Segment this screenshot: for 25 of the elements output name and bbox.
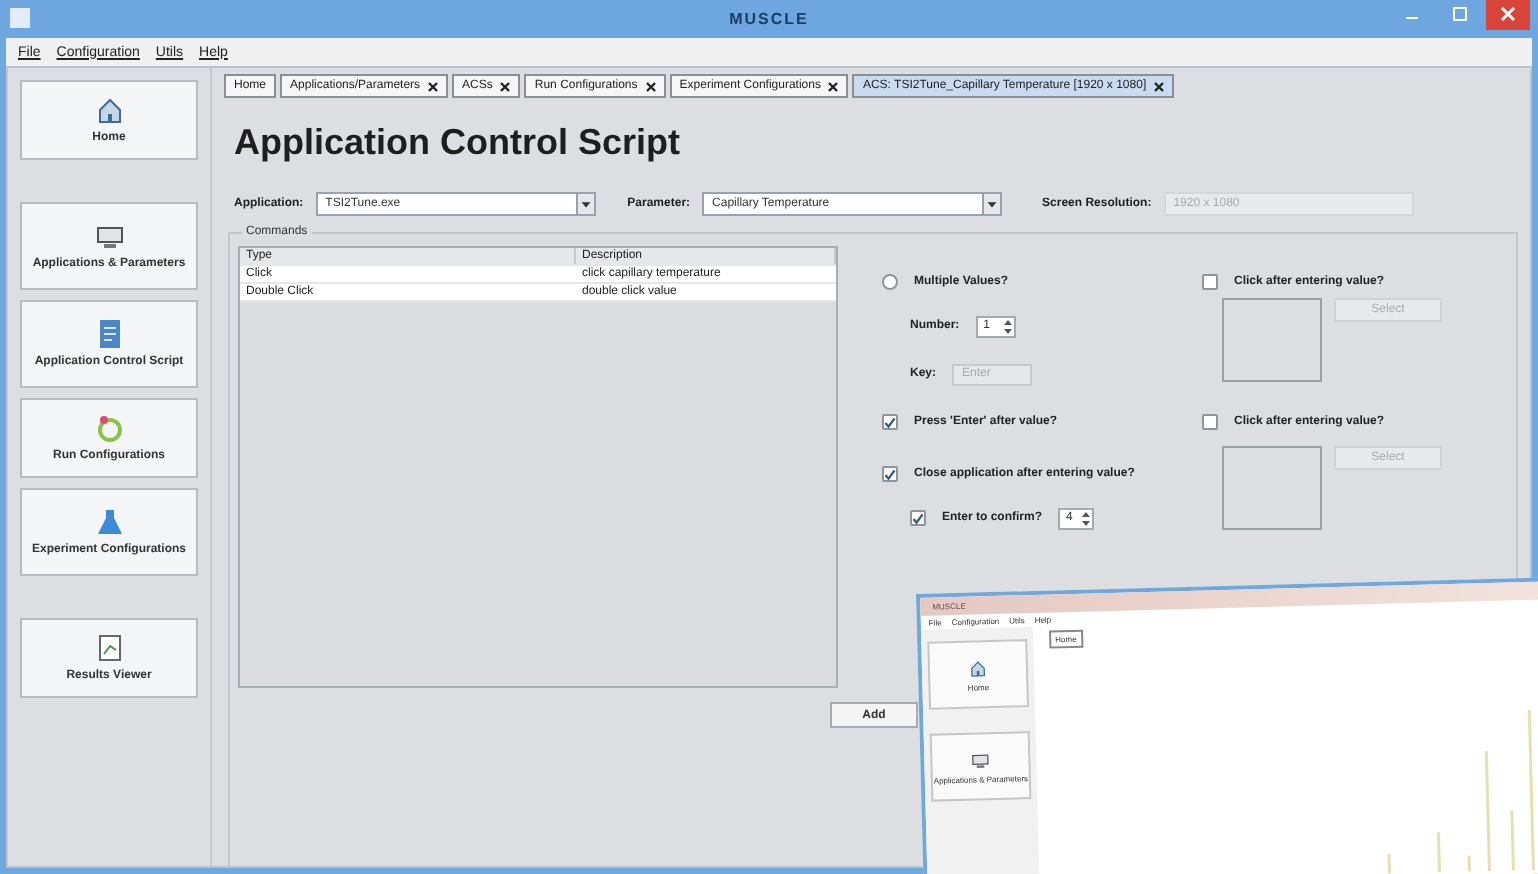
cycle-icon bbox=[93, 411, 125, 444]
window-title: MUSCLE bbox=[729, 10, 809, 28]
report-icon bbox=[93, 631, 125, 664]
check-icon bbox=[884, 415, 896, 429]
checkbox[interactable] bbox=[882, 466, 898, 482]
home-icon bbox=[967, 657, 989, 678]
spinner-arrows-icon bbox=[1080, 509, 1093, 527]
checkbox[interactable] bbox=[1202, 274, 1218, 290]
home-icon bbox=[93, 93, 125, 126]
flask-icon bbox=[93, 505, 125, 538]
preview-box bbox=[1222, 298, 1322, 382]
close-button[interactable] bbox=[1486, 0, 1530, 30]
checkbox[interactable] bbox=[1202, 414, 1218, 430]
caret-icon bbox=[575, 194, 594, 214]
spinner-arrows-icon bbox=[1001, 317, 1014, 335]
radio-button[interactable] bbox=[882, 274, 898, 290]
check-icon bbox=[912, 511, 924, 525]
monitor-icon bbox=[970, 749, 991, 770]
checkbox[interactable] bbox=[882, 414, 898, 430]
check-icon bbox=[884, 467, 896, 481]
caret-icon bbox=[982, 194, 1001, 214]
preview-box bbox=[1222, 446, 1322, 530]
checkbox[interactable] bbox=[910, 510, 926, 526]
app-icon bbox=[8, 6, 32, 30]
page-title: Application Control Script bbox=[234, 122, 682, 164]
